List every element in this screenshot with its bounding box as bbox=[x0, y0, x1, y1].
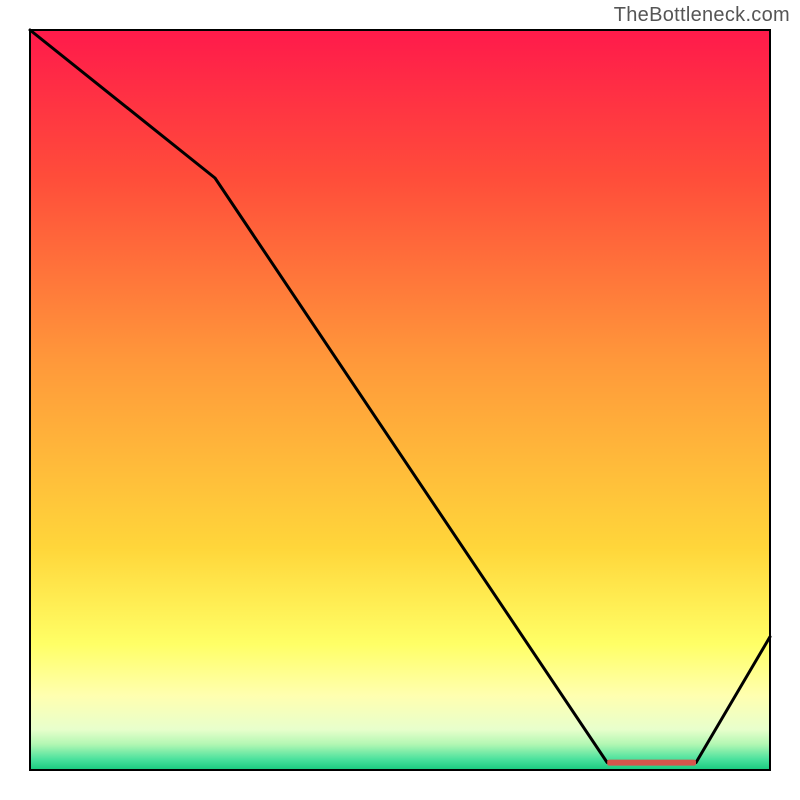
bottleneck-chart bbox=[0, 0, 800, 800]
sweet-spot-marker bbox=[607, 760, 696, 766]
watermark-text: TheBottleneck.com bbox=[614, 4, 790, 27]
plot-background bbox=[30, 30, 770, 770]
